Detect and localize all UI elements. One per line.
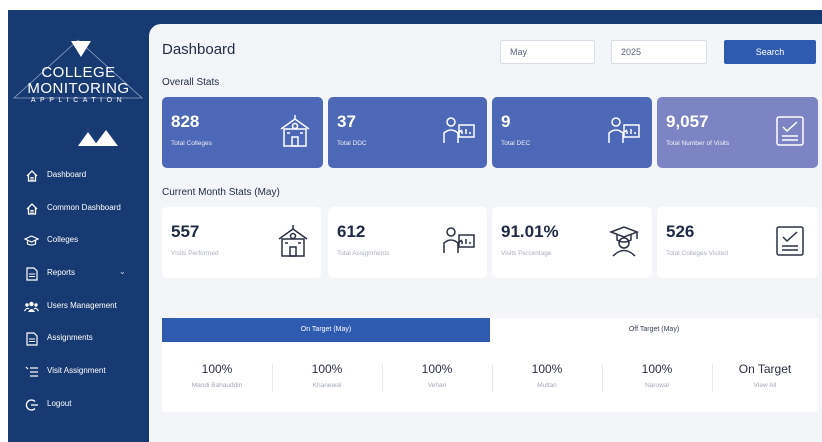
stat-label: Total DDC (337, 140, 367, 147)
target-value: On Target (738, 362, 792, 376)
view-all-link[interactable]: View All (712, 382, 818, 389)
sidebar-item-label: Logout (47, 399, 72, 408)
sidebar: COLLEGE MONITORING APPLICATION Dashboard… (8, 10, 149, 442)
target-value: 100% (311, 362, 343, 376)
document-icon (24, 266, 39, 281)
sidebar-item-reports[interactable]: Reports ⌄ (8, 262, 149, 286)
target-item: 100% Khanewal (272, 342, 382, 412)
month-select[interactable]: May (500, 40, 595, 64)
users-icon (24, 299, 39, 314)
home-icon (24, 168, 39, 183)
logo-text-college: COLLEGE (41, 64, 116, 81)
stat-label: Total Colleges (171, 140, 212, 147)
sidebar-item-label: Assignments (47, 333, 93, 342)
year-select[interactable]: 2025 (611, 40, 707, 64)
logo-triangle-icon (71, 41, 91, 57)
list-icon (24, 364, 39, 379)
stat-label: Visits Percentage (501, 250, 552, 257)
stat-value: 526 (666, 222, 695, 241)
target-value: 100% (421, 362, 453, 376)
stat-value: 91.01% (501, 222, 559, 241)
target-item: 100% Mandi Bahauddin (162, 342, 272, 412)
target-value: 100% (201, 362, 233, 376)
sidebar-item-users-management[interactable]: Users Management (8, 295, 149, 319)
logout-icon (24, 397, 39, 412)
stat-label: Total DEC (501, 140, 531, 147)
target-district: Vehari (427, 382, 447, 389)
logo-mountains-icon (78, 130, 118, 146)
home-icon (24, 201, 39, 216)
stat-card-total-dec: 9 Total DEC (492, 97, 652, 168)
stat-card-total-colleges: 828 Total Colleges (162, 97, 323, 168)
stat-value: 9,057 (666, 112, 709, 131)
sidebar-item-assignments[interactable]: Assignments (8, 327, 149, 351)
main-content: Dashboard May 2025 Search Overall Stats … (149, 24, 822, 442)
stat-value: 557 (171, 222, 200, 241)
overall-stats-heading: Overall Stats (162, 77, 220, 88)
school-building-icon (280, 115, 310, 147)
stat-card-colleges-visited: 526 Total Colleges Visited (657, 207, 818, 278)
stat-value: 828 (171, 112, 200, 131)
teacher-board-icon (608, 117, 640, 143)
target-item: 100% Multan (492, 342, 602, 412)
logo-text-application: APPLICATION (30, 97, 127, 104)
target-district: Khanewal (312, 382, 342, 389)
app-logo: COLLEGE MONITORING APPLICATION (8, 38, 149, 148)
stat-label: Total Colleges Visited (666, 250, 729, 257)
stat-card-total-assignments: 612 Total Assignments (328, 207, 487, 278)
target-tabs: On Target (May) Off Target (May) (162, 318, 818, 342)
stat-value: 9 (501, 112, 511, 131)
search-button[interactable]: Search (724, 40, 816, 64)
sidebar-item-colleges[interactable]: Colleges (8, 229, 149, 253)
document-icon (24, 331, 39, 346)
stat-value: 612 (337, 222, 366, 241)
sidebar-item-label: Users Management (47, 301, 117, 310)
checklist-icon (776, 226, 804, 256)
stat-card-visits-performed: 557 Visits Performed (162, 207, 321, 278)
teacher-board-icon (443, 227, 475, 253)
target-list: 100% Mandi Bahauddin 100% Khanewal 100% … (162, 342, 818, 412)
page-title: Dashboard (162, 41, 236, 58)
chevron-down-icon: ⌄ (119, 267, 126, 276)
graduate-icon (608, 226, 640, 257)
target-value: 100% (641, 362, 673, 376)
logo-text-monitoring: MONITORING (27, 80, 130, 97)
tab-off-target[interactable]: Off Target (May) (490, 318, 818, 342)
tab-on-target[interactable]: On Target (May) (162, 318, 490, 342)
checklist-icon (776, 116, 804, 146)
sidebar-item-label: Visit Assignment (47, 366, 106, 375)
stat-card-visits-percentage: 91.01% Visits Percentage (492, 207, 652, 278)
stat-label: Total Number of Visits (666, 140, 730, 147)
target-district: Mandi Bahauddin (191, 382, 243, 389)
target-value: 100% (531, 362, 563, 376)
school-building-icon (278, 225, 308, 257)
sidebar-item-label: Reports (47, 268, 76, 277)
sidebar-item-label: Dashboard (47, 170, 87, 179)
target-district: Narowal (645, 382, 669, 389)
target-item-view-all[interactable]: On Target View All (712, 342, 818, 412)
sidebar-item-dashboard[interactable]: Dashboard (8, 164, 149, 188)
stat-card-total-visits: 9,057 Total Number of Visits (657, 97, 818, 168)
current-month-heading: Current Month Stats (May) (162, 187, 280, 198)
target-item: 100% Narowal (602, 342, 712, 412)
sidebar-item-logout[interactable]: Logout (8, 393, 149, 417)
sidebar-item-visit-assignment[interactable]: Visit Assignment (8, 360, 149, 384)
stat-card-total-ddc: 37 Total DDC (328, 97, 487, 168)
stat-label: Total Assignments (337, 250, 390, 257)
sidebar-item-label: Common Dashboard (47, 203, 121, 212)
teacher-board-icon (443, 117, 475, 143)
target-item: 100% Vehari (382, 342, 492, 412)
sidebar-item-label: Colleges (47, 235, 79, 244)
stat-label: Visits Performed (171, 250, 219, 257)
target-district: Multan (537, 382, 557, 389)
school-icon (24, 233, 39, 248)
sidebar-item-common-dashboard[interactable]: Common Dashboard (8, 197, 149, 221)
stat-value: 37 (337, 112, 356, 131)
